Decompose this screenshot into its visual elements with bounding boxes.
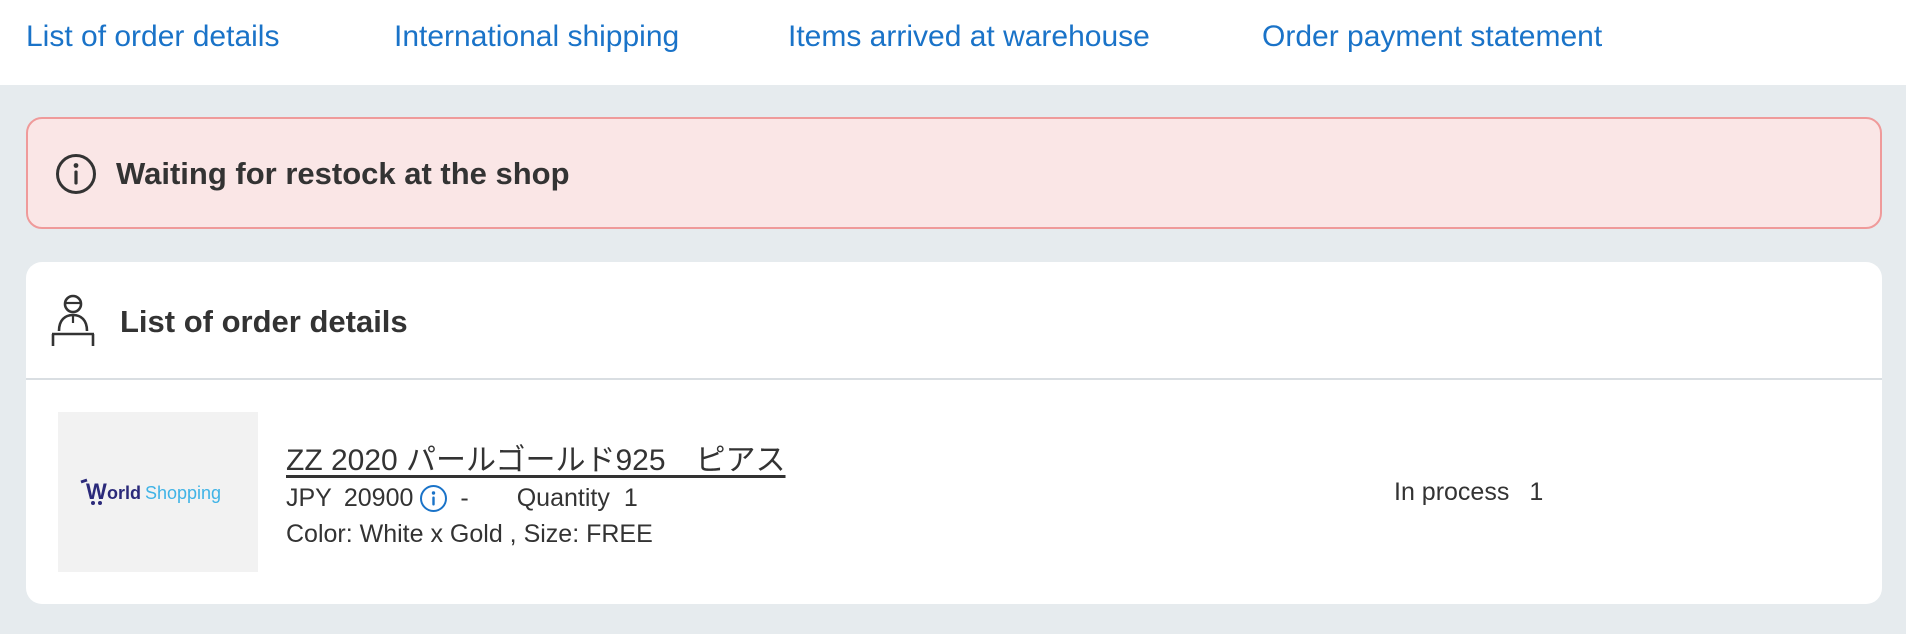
restock-alert: Waiting for restock at the shop <box>26 117 1882 229</box>
status-label: In process <box>1394 478 1510 506</box>
alert-message: Waiting for restock at the shop <box>116 156 570 191</box>
currency: JPY <box>286 484 332 512</box>
price-value: 20900 <box>343 484 414 512</box>
card-title: List of order details <box>120 304 408 339</box>
quantity-value: 1 <box>623 484 638 512</box>
product-thumbnail[interactable]: W orld Shopping <box>58 412 258 572</box>
nav-link-items-arrived[interactable]: Items arrived at warehouse <box>788 20 1150 54</box>
svg-text:Shopping: Shopping <box>145 483 221 503</box>
status-count: 1 <box>1529 478 1544 506</box>
person-at-counter-icon <box>51 294 95 346</box>
quantity-label: Quantity <box>516 484 610 512</box>
nav-link-order-details[interactable]: List of order details <box>26 20 279 54</box>
order-status: In process 1 <box>1394 478 1543 507</box>
top-navigation: List of order details International ship… <box>0 0 1906 85</box>
svg-text:W: W <box>86 479 107 504</box>
price-info-icon[interactable] <box>419 484 448 513</box>
svg-text:orld: orld <box>107 483 141 503</box>
info-circle-icon <box>56 154 96 194</box>
product-name-link[interactable]: ZZ 2020 パールゴールド925 ピアス <box>286 435 786 479</box>
price-separator: - <box>460 484 469 512</box>
order-details-card: List of order details W orld Shopping ZZ… <box>26 262 1882 604</box>
price-quantity-row: JPY 20900 - Quantity 1 <box>286 484 638 513</box>
product-variant: Color: White x Gold , Size: FREE <box>286 520 653 548</box>
nav-link-payment-statement[interactable]: Order payment statement <box>1262 20 1602 54</box>
card-header: List of order details <box>26 262 1882 380</box>
nav-link-international-shipping[interactable]: International shipping <box>394 20 679 54</box>
worldshopping-logo: W orld Shopping <box>80 478 221 505</box>
